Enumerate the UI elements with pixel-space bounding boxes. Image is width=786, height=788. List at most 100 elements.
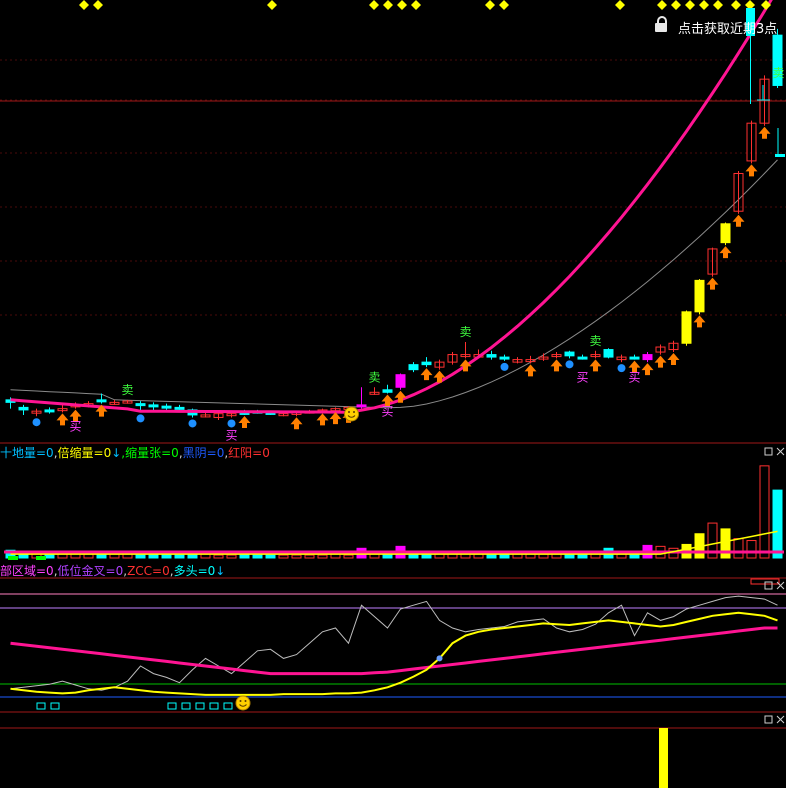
top-diamond-9 xyxy=(615,0,625,10)
signal-dot-47 xyxy=(617,364,626,373)
ma-main-line xyxy=(10,0,773,414)
smiley-eye-left xyxy=(348,411,350,413)
volume-panel-labels: 十地量=0,倍缩量=0↓,缩量张=0,黑阴=0,红阳=0 xyxy=(0,445,270,460)
signal-dot-38 xyxy=(500,362,509,371)
panel-close-icon-0 xyxy=(776,447,785,456)
volume-bar-20 xyxy=(265,554,276,559)
indicator-panel-label-7: ↓ xyxy=(215,564,225,578)
signal-dot-10 xyxy=(136,414,145,423)
volume-panel-label-2: 倍缩量=0 xyxy=(58,445,112,460)
candle-body-1 xyxy=(18,406,29,411)
up-arrow-55 xyxy=(719,246,732,259)
sell-label-9: 卖 xyxy=(121,383,133,397)
volume-bar-22 xyxy=(291,554,302,559)
buy-label-17: 买 xyxy=(225,428,237,442)
top-diamond-8 xyxy=(499,0,509,10)
up-arrow-25 xyxy=(329,412,342,425)
top-diamond-0 xyxy=(79,0,89,10)
up-arrow-53 xyxy=(693,315,706,328)
up-arrow-58 xyxy=(758,126,771,139)
candle-body-27 xyxy=(356,404,367,408)
ind-cyan-box-b1 xyxy=(181,702,191,710)
candle-body-37 xyxy=(486,354,497,358)
signal-dot-2 xyxy=(32,418,41,427)
candle-body-10 xyxy=(135,403,146,407)
candle-body-32 xyxy=(421,361,432,366)
candle-body-29 xyxy=(382,389,393,393)
ind-cyan-box-0 xyxy=(36,702,46,710)
indicator-panel-labels: 部区域=0,低位金叉=0,ZCC=0,多头=0↓ xyxy=(0,563,225,578)
buy-label-5: 买 xyxy=(69,420,81,434)
buy-label-29: 买 xyxy=(381,405,393,419)
volume-panel-label-6: 黑阴=0 xyxy=(183,446,225,460)
candle-body-30 xyxy=(395,374,406,388)
candle-body-53 xyxy=(694,279,705,313)
signal-dot-43 xyxy=(565,360,574,369)
volume-bar-55 xyxy=(720,528,731,559)
indicator-panel-label-0: 部区域=0 xyxy=(0,563,54,578)
candle-body-12 xyxy=(161,405,172,409)
candle-body-48 xyxy=(629,356,640,360)
volume-bar-23 xyxy=(304,554,315,559)
ind-cross-dot xyxy=(436,655,443,662)
ind-cyan-box-b0 xyxy=(167,702,177,710)
volume-bar-19 xyxy=(252,554,263,559)
volume-bar-13 xyxy=(174,554,185,559)
up-arrow-51 xyxy=(667,353,680,366)
top-diamond-5 xyxy=(397,0,407,10)
top-diamond-13 xyxy=(699,0,709,10)
sell-label-28: 卖 xyxy=(368,370,380,384)
signal-dot-14 xyxy=(188,419,197,428)
buy-label-44: 买 xyxy=(576,371,588,385)
volume-panel-label-4: ,缩量张=0 xyxy=(121,445,179,460)
lock-icon[interactable] xyxy=(655,16,667,32)
up-arrow-56 xyxy=(732,214,745,227)
candle-body-13 xyxy=(174,406,185,410)
ind-pink-line xyxy=(10,626,778,676)
top-diamond-10 xyxy=(657,0,667,10)
candle-body-3 xyxy=(44,409,55,413)
signal-dot-17 xyxy=(227,419,236,428)
candle-body-46 xyxy=(603,349,614,358)
volume-bar-57 xyxy=(746,540,757,559)
volume-panel-label-8: 红阳=0 xyxy=(228,445,270,460)
sell-label-45: 卖 xyxy=(589,334,601,348)
top-diamond-14 xyxy=(713,0,723,10)
up-arrow-50 xyxy=(654,355,667,368)
ind-white-line xyxy=(10,595,778,691)
sell-label-35: 卖 xyxy=(459,325,471,339)
up-arrow-4 xyxy=(56,413,69,426)
indicator-panel-label-6: 多头=0 xyxy=(174,564,216,578)
up-arrow-22 xyxy=(290,417,303,430)
top-hint-text[interactable]: 点击获取近期3点 xyxy=(678,18,777,37)
panel-close-icon-1 xyxy=(776,581,785,590)
top-diamond-7 xyxy=(485,0,495,10)
volume-bar-59 xyxy=(772,489,783,559)
ma-slow-line xyxy=(10,159,778,409)
candle-body-49 xyxy=(642,354,653,361)
candle-body-43 xyxy=(564,351,575,357)
sell-label-58: 卖 xyxy=(772,66,784,80)
top-diamond-1 xyxy=(93,0,103,10)
ind-smiley-eye-right xyxy=(244,700,247,702)
up-arrow-42 xyxy=(550,359,563,372)
ind-cyan-box-1 xyxy=(50,702,60,710)
candles-group xyxy=(5,28,783,420)
up-arrow-54 xyxy=(706,277,719,290)
top-diamond-15 xyxy=(731,0,741,10)
volume-bar-58 xyxy=(759,465,770,559)
smiley-icon xyxy=(344,406,359,422)
volume-green-mark-0 xyxy=(8,556,18,560)
ind-smiley-eye-left xyxy=(239,700,242,702)
panel-maximize-icon-0 xyxy=(764,447,773,456)
volume-green-mark-1 xyxy=(36,556,46,560)
top-diamond-12 xyxy=(685,0,695,10)
top-diamond-4 xyxy=(383,0,393,10)
candle-body-52 xyxy=(681,311,692,344)
candle-body-44 xyxy=(577,356,588,360)
volume-bar-24 xyxy=(317,554,328,559)
ind-cyan-box-b4 xyxy=(223,702,233,710)
candle-body-38 xyxy=(499,356,510,360)
volume-bar-17 xyxy=(226,554,237,559)
panel-close-icon-2 xyxy=(776,715,785,724)
